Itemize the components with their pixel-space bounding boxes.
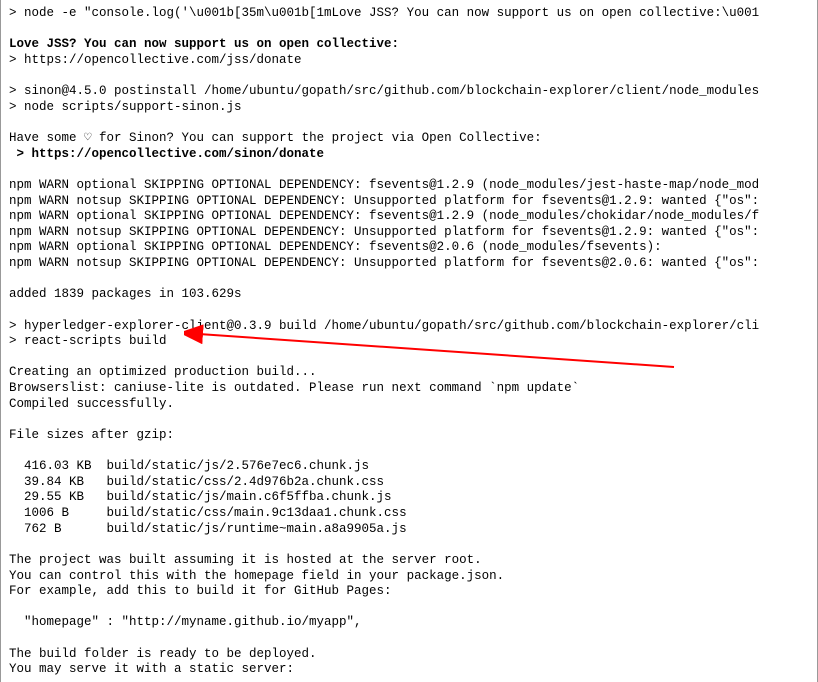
- terminal-line: For example, add this to build it for Gi…: [9, 584, 809, 600]
- terminal-line: Compiled successfully.: [9, 397, 809, 413]
- terminal-line: [9, 115, 809, 131]
- terminal-line: npm WARN notsup SKIPPING OPTIONAL DEPEND…: [9, 225, 809, 241]
- terminal-line: [9, 678, 809, 682]
- terminal-line: npm WARN notsup SKIPPING OPTIONAL DEPEND…: [9, 256, 809, 272]
- terminal-line: > hyperledger-explorer-client@0.3.9 buil…: [9, 319, 809, 335]
- terminal-line: [9, 537, 809, 553]
- terminal-line: > https://opencollective.com/sinon/donat…: [9, 147, 809, 163]
- terminal-line: npm WARN optional SKIPPING OPTIONAL DEPE…: [9, 178, 809, 194]
- terminal-line: > react-scripts build: [9, 334, 809, 350]
- terminal-line: > node -e "console.log('\u001b[35m\u001b…: [9, 6, 809, 22]
- terminal-line: [9, 303, 809, 319]
- terminal-line: 762 B build/static/js/runtime~main.a8a99…: [9, 522, 809, 538]
- terminal-line: > https://opencollective.com/jss/donate: [9, 53, 809, 69]
- terminal-line: Creating an optimized production build..…: [9, 365, 809, 381]
- terminal-line: [9, 631, 809, 647]
- terminal-line: npm WARN optional SKIPPING OPTIONAL DEPE…: [9, 240, 809, 256]
- terminal-line: You can control this with the homepage f…: [9, 569, 809, 585]
- terminal-line: Have some ♡ for Sinon? You can support t…: [9, 131, 809, 147]
- terminal-line: 1006 B build/static/css/main.9c13daa1.ch…: [9, 506, 809, 522]
- terminal-line: npm WARN notsup SKIPPING OPTIONAL DEPEND…: [9, 194, 809, 210]
- terminal-line: [9, 272, 809, 288]
- terminal-line: Browserslist: caniuse-lite is outdated. …: [9, 381, 809, 397]
- terminal-line: [9, 444, 809, 460]
- terminal-output[interactable]: > node -e "console.log('\u001b[35m\u001b…: [0, 0, 818, 682]
- terminal-line: > sinon@4.5.0 postinstall /home/ubuntu/g…: [9, 84, 809, 100]
- terminal-line: File sizes after gzip:: [9, 428, 809, 444]
- terminal-line: npm WARN optional SKIPPING OPTIONAL DEPE…: [9, 209, 809, 225]
- terminal-line: [9, 22, 809, 38]
- terminal-line: [9, 600, 809, 616]
- terminal-line: "homepage" : "http://myname.github.io/my…: [9, 615, 809, 631]
- terminal-line: The project was built assuming it is hos…: [9, 553, 809, 569]
- terminal-line: 416.03 KB build/static/js/2.576e7ec6.chu…: [9, 459, 809, 475]
- terminal-line: 29.55 KB build/static/js/main.c6f5ffba.c…: [9, 490, 809, 506]
- terminal-line: The build folder is ready to be deployed…: [9, 647, 809, 663]
- terminal-line: 39.84 KB build/static/css/2.4d976b2a.chu…: [9, 475, 809, 491]
- terminal-line: [9, 350, 809, 366]
- terminal-line: [9, 162, 809, 178]
- terminal-line: Love JSS? You can now support us on open…: [9, 37, 809, 53]
- terminal-line: added 1839 packages in 103.629s: [9, 287, 809, 303]
- terminal-line: [9, 412, 809, 428]
- terminal-line: > node scripts/support-sinon.js: [9, 100, 809, 116]
- terminal-line: You may serve it with a static server:: [9, 662, 809, 678]
- terminal-line: [9, 69, 809, 85]
